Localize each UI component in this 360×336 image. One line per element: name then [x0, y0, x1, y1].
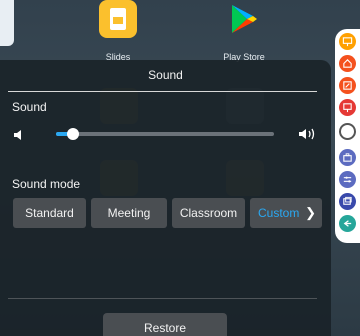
volume-slider[interactable] — [56, 128, 274, 140]
sound-mode-label: Sound mode — [12, 177, 81, 191]
windows-icon[interactable] — [339, 193, 356, 210]
volume-row — [0, 122, 331, 146]
mode-standard-button[interactable]: Standard — [13, 198, 86, 228]
mode-meeting-button[interactable]: Meeting — [91, 198, 167, 228]
back-icon[interactable] — [339, 215, 356, 232]
sound-section-label: Sound — [12, 100, 47, 114]
settings-sliders-icon[interactable] — [339, 171, 356, 188]
panel-title: Sound — [148, 68, 183, 82]
volume-high-icon[interactable] — [298, 127, 318, 146]
mode-custom-button[interactable]: Custom ❯ — [250, 198, 322, 228]
launcher-card — [0, 0, 14, 46]
app-play-store[interactable]: Play Store — [214, 0, 274, 62]
bottom-divider — [8, 298, 317, 299]
circle-icon[interactable] — [339, 123, 356, 140]
edit-icon[interactable] — [339, 77, 356, 94]
volume-slider-thumb[interactable] — [67, 128, 80, 140]
home-icon[interactable] — [339, 55, 356, 72]
whiteboard-icon[interactable] — [339, 33, 356, 50]
play-store-icon — [225, 0, 263, 38]
title-divider — [8, 91, 317, 92]
present-icon[interactable] — [339, 99, 356, 116]
app-slides[interactable]: Slides — [88, 0, 148, 62]
restore-button[interactable]: Restore — [103, 313, 227, 336]
sound-panel: Sound Sound Sound mode Standard Meeting … — [0, 60, 331, 336]
chevron-right-icon[interactable]: ❯ — [305, 205, 316, 221]
briefcase-icon[interactable] — [339, 149, 356, 166]
sound-mode-selector: Standard Meeting Classroom Custom ❯ — [13, 198, 322, 228]
mode-classroom-button[interactable]: Classroom — [172, 198, 245, 228]
volume-low-icon[interactable] — [13, 128, 25, 146]
mode-custom-label: Custom — [258, 206, 300, 220]
slides-icon — [99, 0, 137, 38]
side-toolbar — [335, 29, 360, 243]
